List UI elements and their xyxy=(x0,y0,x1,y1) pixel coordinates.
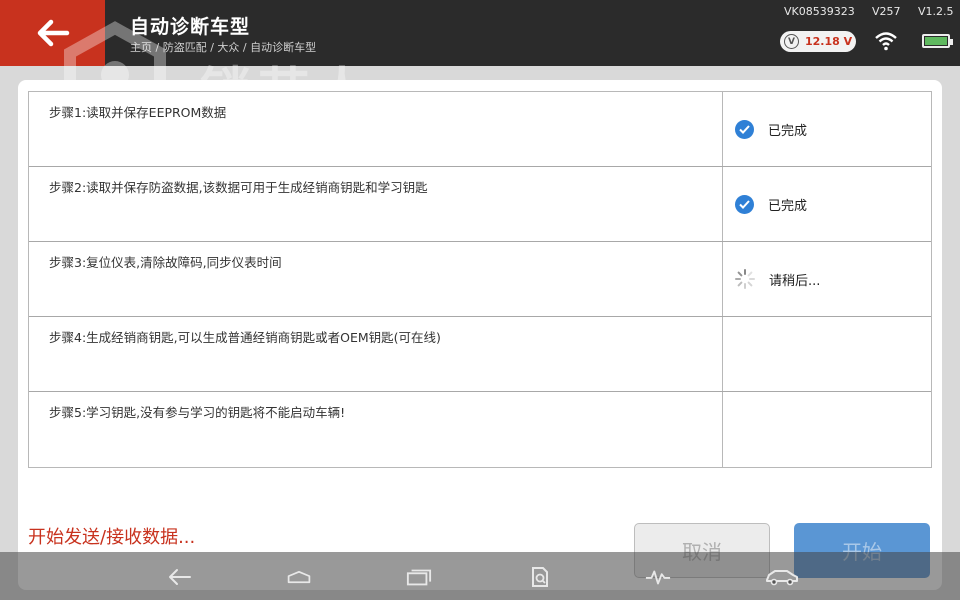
back-arrow-icon xyxy=(37,19,69,47)
page-title: 自动诊断车型 xyxy=(130,16,251,38)
step-text: 步骤1:读取并保存EEPROM数据 xyxy=(29,92,723,166)
step-text: 步骤2:读取并保存防盗数据,该数据可用于生成经销商钥匙和学习钥匙 xyxy=(29,167,723,241)
back-button[interactable] xyxy=(0,0,105,66)
step-status xyxy=(723,317,931,391)
check-icon xyxy=(735,119,754,139)
main-panel: 步骤1:读取并保存EEPROM数据 已完成 步骤2:读取并保存防盗数据,该数据可… xyxy=(18,80,942,590)
nav-recent-apps-icon[interactable] xyxy=(406,564,432,590)
nav-vehicle-icon[interactable] xyxy=(765,564,799,590)
vci-version: V257 xyxy=(872,5,901,18)
app-version: V1.2.5 xyxy=(918,5,954,18)
wifi-icon xyxy=(875,32,897,51)
step-status: 请稍后... xyxy=(723,242,931,316)
nav-back-icon[interactable] xyxy=(167,564,193,590)
step-row: 步骤2:读取并保存防盗数据,该数据可用于生成经销商钥匙和学习钥匙 已完成 xyxy=(29,167,931,242)
step-status-label: 已完成 xyxy=(768,123,808,139)
step-row: 步骤4:生成经销商钥匙,可以生成普通经销商钥匙或者OEM钥匙(可在线) xyxy=(29,317,931,392)
step-row: 步骤3:复位仪表,清除故障码,同步仪表时间 请稍后... xyxy=(29,242,931,317)
serial-number: VK08539323 xyxy=(784,5,855,18)
step-status xyxy=(723,392,931,467)
loading-spinner-icon xyxy=(735,269,755,289)
step-row: 步骤5:学习钥匙,没有参与学习的钥匙将不能启动车辆! xyxy=(29,392,931,467)
voltage-value: 12.18 V xyxy=(805,35,853,48)
system-nav-bar xyxy=(0,552,960,600)
nav-pulse-icon[interactable] xyxy=(645,564,671,590)
step-text: 步骤4:生成经销商钥匙,可以生成普通经销商钥匙或者OEM钥匙(可在线) xyxy=(29,317,723,391)
step-status-label: 已完成 xyxy=(768,198,808,214)
step-row: 步骤1:读取并保存EEPROM数据 已完成 xyxy=(29,92,931,167)
status-message: 开始发送/接收数据... xyxy=(28,527,196,548)
steps-table: 步骤1:读取并保存EEPROM数据 已完成 步骤2:读取并保存防盗数据,该数据可… xyxy=(28,91,932,468)
step-text: 步骤3:复位仪表,清除故障码,同步仪表时间 xyxy=(29,242,723,316)
nav-home-icon[interactable] xyxy=(286,564,312,590)
nav-search-report-icon[interactable] xyxy=(527,564,553,590)
voltage-badge: V 12.18 V xyxy=(780,31,856,52)
breadcrumb: 主页 / 防盗匹配 / 大众 / 自动诊断车型 xyxy=(130,41,317,54)
step-status-label: 请稍后... xyxy=(769,273,821,289)
step-status: 已完成 xyxy=(723,92,931,166)
check-icon xyxy=(735,194,754,214)
battery-icon xyxy=(922,34,953,48)
step-text: 步骤5:学习钥匙,没有参与学习的钥匙将不能启动车辆! xyxy=(29,392,723,467)
voltage-icon: V xyxy=(784,34,799,49)
step-status: 已完成 xyxy=(723,167,931,241)
top-bar: 自动诊断车型 主页 / 防盗匹配 / 大众 / 自动诊断车型 VK0853932… xyxy=(0,0,960,66)
